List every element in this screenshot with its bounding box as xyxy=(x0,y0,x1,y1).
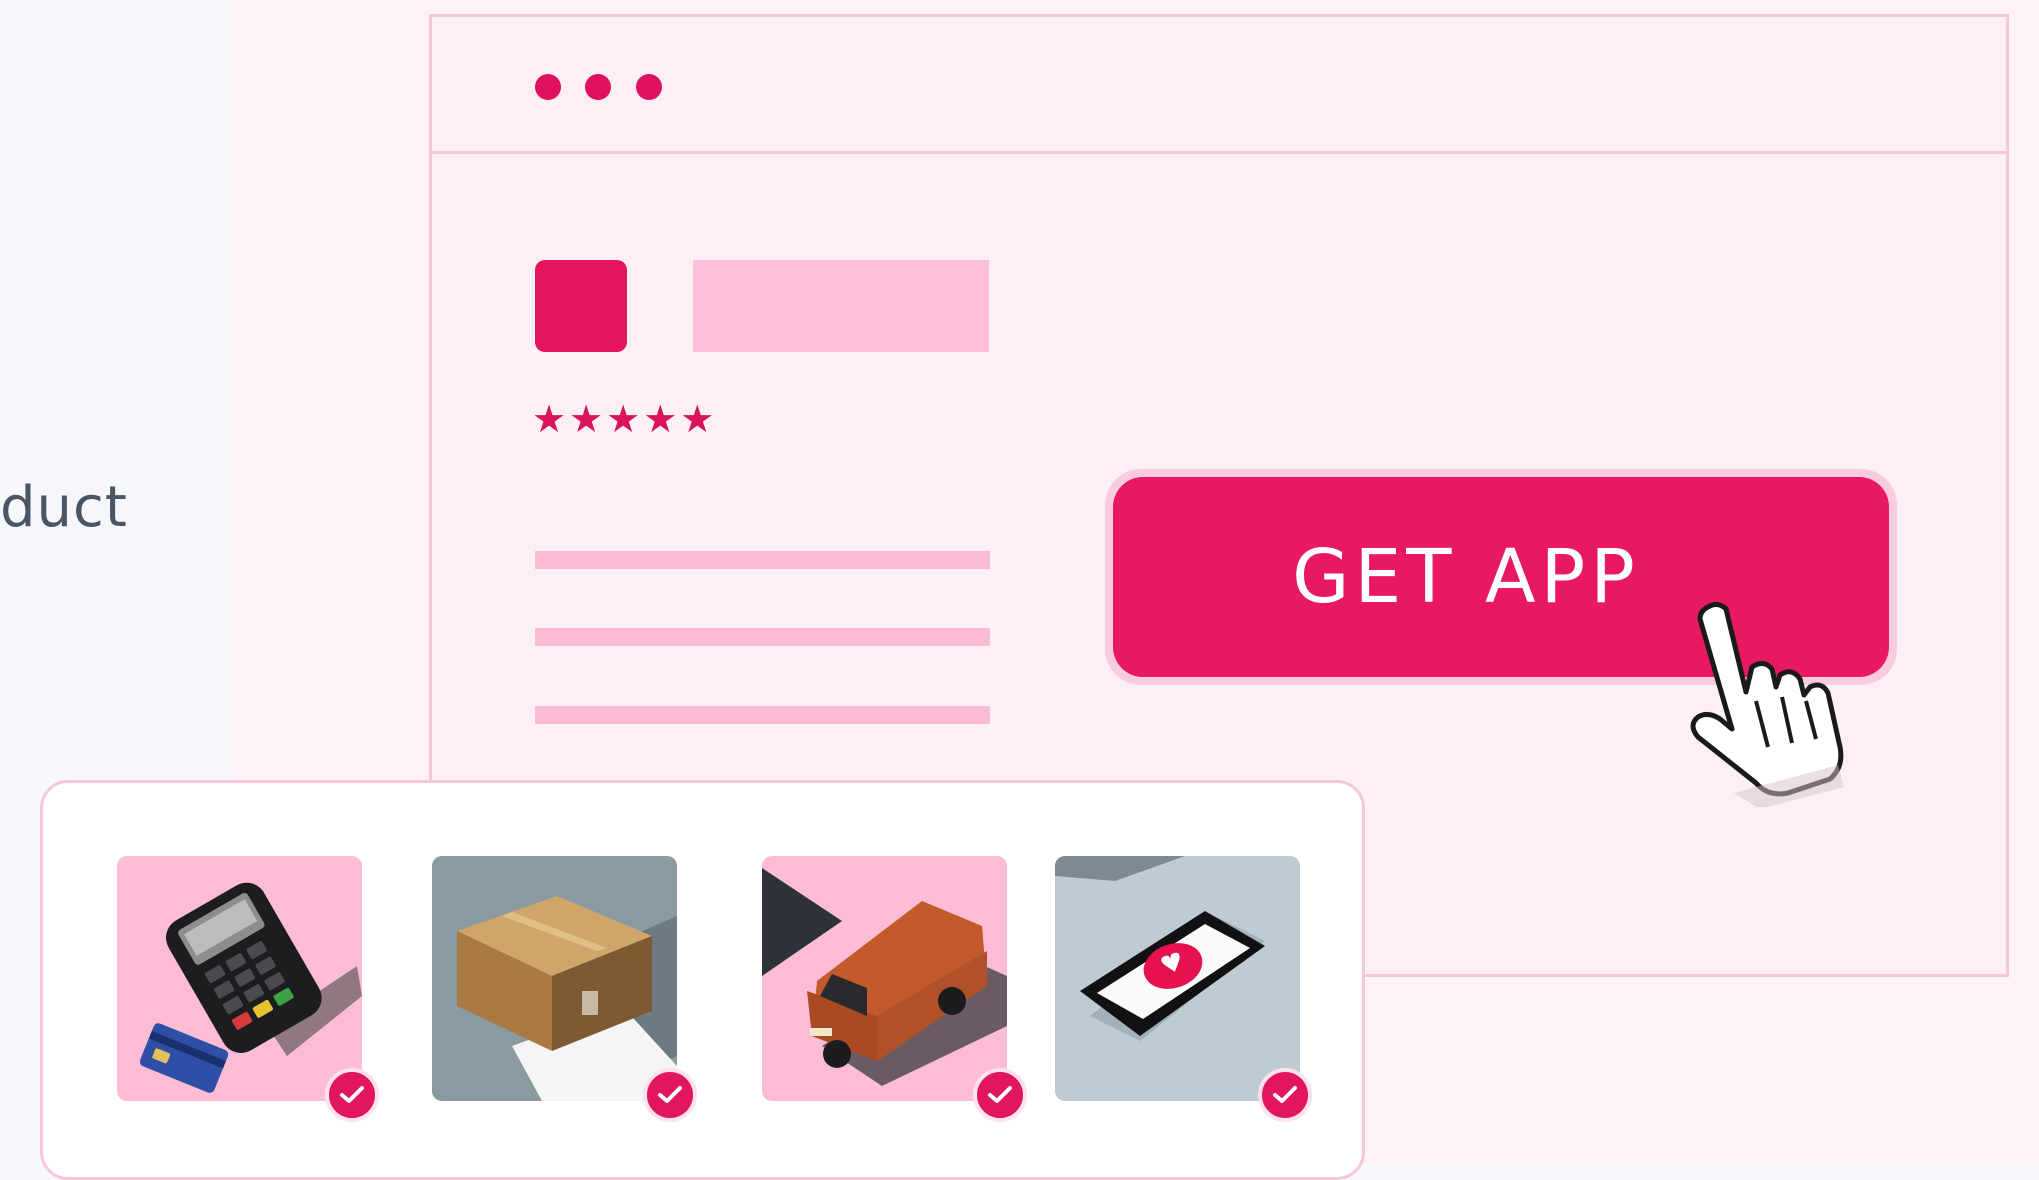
partial-heading-text: duct xyxy=(0,475,128,540)
selected-check-icon xyxy=(325,1068,379,1122)
product-tile-card-terminal[interactable] xyxy=(117,856,362,1101)
window-dot-icon xyxy=(636,74,662,100)
delivery-van-icon xyxy=(762,868,1007,1086)
description-line-placeholder xyxy=(535,706,990,724)
smartphone-heart-icon xyxy=(1055,856,1265,1041)
package-box-icon xyxy=(457,896,677,1101)
selected-check-icon xyxy=(643,1068,697,1122)
pos-terminal-icon xyxy=(139,882,362,1093)
description-line-placeholder xyxy=(535,551,990,569)
description-line-placeholder xyxy=(535,628,990,646)
selected-check-icon xyxy=(973,1068,1027,1122)
selected-check-icon xyxy=(1258,1068,1312,1122)
product-tile-phone-heart[interactable] xyxy=(1055,856,1300,1101)
product-tile-shipping-box[interactable] xyxy=(432,856,677,1101)
window-dot-icon xyxy=(585,74,611,100)
window-dot-icon xyxy=(535,74,561,100)
app-name-placeholder xyxy=(693,260,989,352)
product-tile-delivery-van[interactable] xyxy=(762,856,1007,1101)
app-icon-placeholder xyxy=(535,260,627,352)
product-selection-card xyxy=(40,780,1365,1180)
hand-pointer-icon xyxy=(1690,601,1844,807)
rating-stars: ★★★★★ xyxy=(532,397,718,441)
window-titlebar xyxy=(432,17,2006,154)
get-app-label: GET APP xyxy=(1292,534,1640,620)
